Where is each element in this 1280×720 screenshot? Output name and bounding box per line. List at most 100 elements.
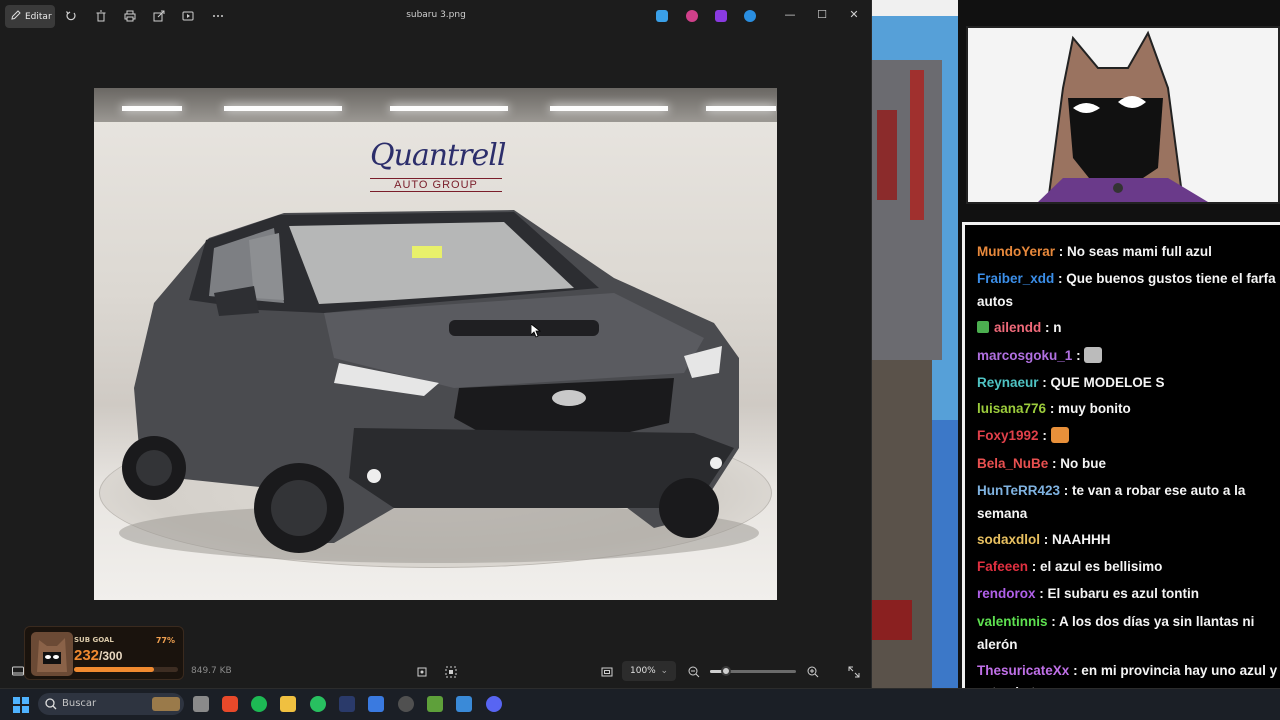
sub-goal-label: SUB GOAL	[74, 636, 114, 644]
chat-message: valentinnis : A los dos días ya sin llan…	[977, 611, 1277, 633]
sub-goal-count: 232/300	[74, 647, 122, 664]
sub-goal-percent: 77%	[155, 636, 175, 645]
chat-text: : QUE MODELOE S	[1042, 375, 1165, 390]
photos-app-window: Editar subaru 3.png — ☐ ✕ Quantrell AUTO…	[0, 0, 872, 688]
file-explorer-icon[interactable]	[280, 696, 296, 712]
game-castle-tower	[877, 110, 897, 200]
chat-text: : n	[1045, 320, 1062, 335]
zoom-slider-thumb[interactable]	[721, 666, 731, 676]
chat-text: : El subaru es azul tontin	[1039, 586, 1200, 601]
sub-goal-total: /300	[99, 649, 123, 663]
chat-text: : en mi provincia hay uno azul y	[1073, 663, 1278, 678]
chat-username[interactable]: sodaxdlol	[977, 532, 1040, 547]
chat-username[interactable]: MundoYerar	[977, 244, 1055, 259]
search-icon	[45, 698, 57, 710]
obs-icon[interactable]	[398, 696, 414, 712]
task-view-icon[interactable]	[193, 696, 209, 712]
desktop: Editar subaru 3.png — ☐ ✕ Quantrell AUTO…	[0, 0, 1280, 720]
chat-text: : No seas mami full azul	[1058, 244, 1212, 259]
game-sky-top	[872, 0, 960, 16]
chat-message: Fafeeen : el azul es bellisimo	[977, 556, 1277, 578]
chat-message: marcosgoku_1 :	[977, 345, 1277, 367]
chat-text: : No bue	[1052, 456, 1107, 471]
game-red-block	[872, 600, 912, 640]
chat-username[interactable]: rendorox	[977, 586, 1036, 601]
chat-username[interactable]: luisana776	[977, 401, 1046, 416]
brave-browser-icon[interactable]	[222, 696, 238, 712]
game-castle-tower	[910, 70, 924, 220]
chat-text: alerón	[977, 637, 1018, 652]
chat-username[interactable]: marcosgoku_1	[977, 348, 1072, 363]
chat-username[interactable]: valentinnis	[977, 614, 1048, 629]
chat-message: rendorox : El subaru es azul tontin	[977, 583, 1277, 605]
chat-emote-icon	[1050, 427, 1069, 443]
chat-username[interactable]: HunTeRR423	[977, 483, 1060, 498]
windows-start-icon[interactable]	[13, 697, 29, 713]
chat-message: Bela_NuBe : No bue	[977, 453, 1277, 475]
chat-message: MundoYerar : No seas mami full azul	[977, 241, 1277, 263]
audio-app-icon[interactable]	[339, 696, 355, 712]
chat-text: : el azul es bellisimo	[1031, 559, 1163, 574]
vtuber-cam	[966, 26, 1280, 204]
zoom-out-icon[interactable]	[688, 666, 700, 681]
file-size: 849.7 KB	[191, 666, 232, 676]
designer-app-icon[interactable]	[656, 10, 668, 22]
sub-goal-widget: SUB GOAL 77% 232/300	[24, 626, 184, 680]
discord-icon[interactable]	[486, 696, 502, 712]
chat-username[interactable]: Bela_NuBe	[977, 456, 1048, 471]
onedrive-icon[interactable]	[744, 10, 756, 22]
chat-username[interactable]: ThesuricateXx	[977, 663, 1069, 678]
search-highlight-icon[interactable]	[152, 697, 180, 711]
chat-message: Fraiber_xdd : Que buenos gustos tiene el…	[977, 268, 1277, 290]
game-water	[932, 420, 960, 688]
minimize-icon[interactable]: —	[783, 8, 797, 22]
zoom-in-icon[interactable]	[807, 666, 819, 681]
streamer-avatar	[31, 632, 73, 676]
taskbar	[0, 688, 1280, 720]
sub-goal-progress-fill	[74, 667, 155, 672]
taskbar-search-text: Buscar	[62, 698, 97, 709]
clipchamp-icon[interactable]	[715, 10, 727, 22]
chat-text: autos	[977, 294, 1014, 309]
xbox-icon[interactable]	[310, 696, 326, 712]
chat-username[interactable]: Fraiber_xdd	[977, 271, 1054, 286]
chat-emote-icon	[1084, 347, 1103, 363]
chat-message: semana	[977, 503, 1277, 525]
chat-username[interactable]: Reynaeur	[977, 375, 1039, 390]
fullscreen-icon[interactable]	[848, 666, 860, 681]
chat-username[interactable]: ailendd	[994, 320, 1041, 335]
vpn-app-icon[interactable]	[368, 696, 384, 712]
chat-text: :	[1076, 348, 1081, 363]
chat-panel[interactable]: MundoYerar : No seas mami full azul Fraib…	[962, 222, 1280, 716]
chat-badge-icon	[977, 321, 989, 333]
car-illustration	[119, 210, 759, 563]
chat-message: Foxy1992 :	[977, 425, 1277, 447]
zoom-level-select[interactable]: 100% ⌄	[622, 661, 676, 681]
chat-message: sodaxdlol : NAAHHH	[977, 529, 1277, 551]
chat-message: alerón	[977, 634, 1277, 656]
minecraft-icon[interactable]	[427, 696, 443, 712]
chat-username[interactable]: Foxy1992	[977, 428, 1039, 443]
sub-goal-current: 232	[74, 647, 100, 664]
title-bar: Editar subaru 3.png — ☐ ✕	[0, 0, 872, 32]
chat-text: semana	[977, 506, 1028, 521]
chat-message: autos	[977, 291, 1277, 313]
chat-text: : A los dos días ya sin llantas ni	[1051, 614, 1255, 629]
photos-taskbar-icon[interactable]	[456, 696, 472, 712]
chat-text: : muy bonito	[1049, 401, 1131, 416]
spotify-icon[interactable]	[251, 696, 267, 712]
close-icon[interactable]: ✕	[847, 8, 861, 22]
crop-frame-icon[interactable]	[416, 666, 428, 681]
visual-search-icon[interactable]	[445, 666, 457, 681]
maximize-icon[interactable]: ☐	[815, 8, 829, 22]
chat-text: : NAAHHH	[1043, 532, 1111, 547]
zoom-level-value: 100%	[630, 666, 656, 676]
sub-goal-progress-bar	[74, 667, 178, 672]
chat-message: HunTeRR423 : te van a robar ese auto a l…	[977, 480, 1277, 502]
game-background	[872, 0, 960, 688]
filmstrip-icon[interactable]	[12, 666, 24, 679]
chat-username[interactable]: Fafeeen	[977, 559, 1028, 574]
copilot-icon[interactable]	[686, 10, 698, 22]
fit-window-icon[interactable]	[601, 666, 613, 681]
chat-text: : Que buenos gustos tiene el farfa	[1058, 271, 1276, 286]
